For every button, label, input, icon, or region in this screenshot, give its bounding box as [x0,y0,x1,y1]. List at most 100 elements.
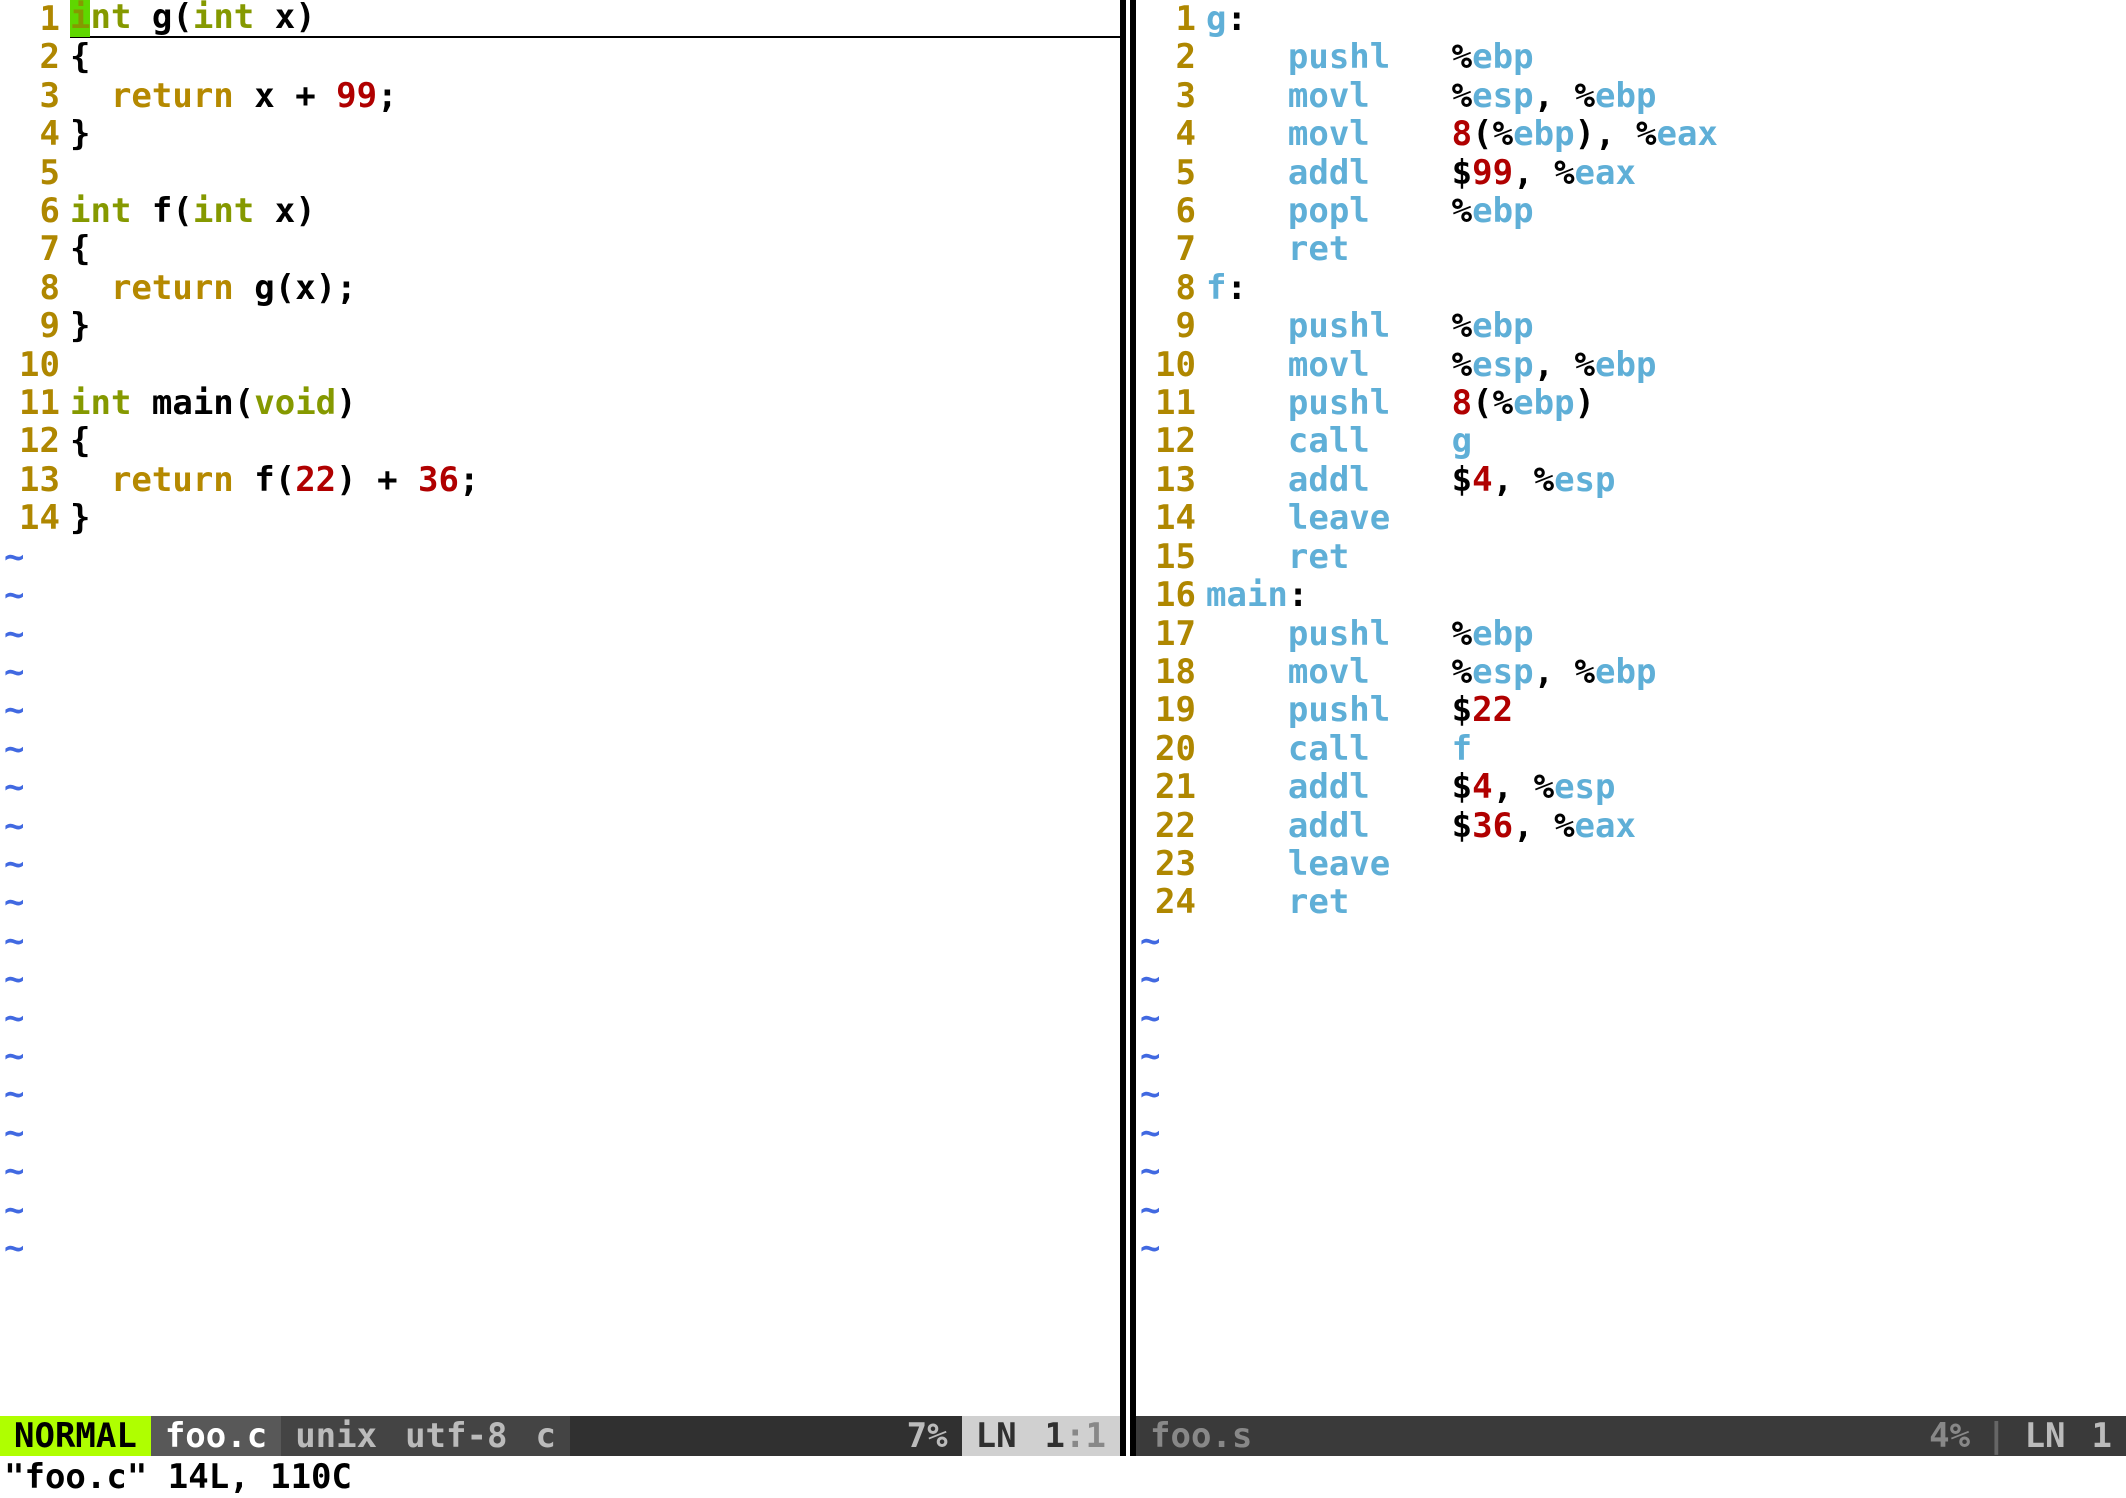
code-line[interactable]: 14} [0,499,1120,537]
right-code-area[interactable]: 1g:2 pushl %ebp3 movl %esp, %ebp4 movl 8… [1136,0,2126,1416]
tilde-icon: ~ [1136,1114,1160,1152]
line-text[interactable]: addl $36, %eax [1206,807,2126,845]
line-number: 5 [1136,154,1206,192]
code-line[interactable]: 10 [0,346,1120,384]
code-line[interactable]: 16main: [1136,576,2126,614]
line-text[interactable]: return g(x); [70,269,1120,307]
code-line[interactable]: 2{ [0,38,1120,76]
code-line[interactable]: 9 pushl %ebp [1136,307,2126,345]
code-line[interactable]: 2 pushl %ebp [1136,38,2126,76]
code-line[interactable]: 11int main(void) [0,384,1120,422]
right-pane[interactable]: 1g:2 pushl %ebp3 movl %esp, %ebp4 movl 8… [1136,0,2126,1416]
line-text[interactable]: g: [1206,0,2126,38]
code-line[interactable]: 4} [0,115,1120,153]
line-text[interactable]: int f(int x) [70,192,1120,230]
code-line[interactable]: 22 addl $36, %eax [1136,807,2126,845]
line-text[interactable]: ret [1206,230,2126,268]
code-line[interactable]: 6 popl %ebp [1136,192,2126,230]
line-text[interactable]: addl $4, %esp [1206,461,2126,499]
line-text[interactable]: { [70,38,1120,76]
code-line[interactable]: 4 movl 8(%ebp), %eax [1136,115,2126,153]
line-text[interactable]: ret [1206,883,2126,921]
line-text[interactable] [70,154,1120,192]
line-number: 24 [1136,883,1206,921]
empty-line: ~ [1136,1037,2126,1075]
line-text[interactable]: leave [1206,845,2126,883]
code-line[interactable]: 18 movl %esp, %ebp [1136,653,2126,691]
line-text[interactable]: return f(22) + 36; [70,461,1120,499]
code-line[interactable]: 11 pushl 8(%ebp) [1136,384,2126,422]
left-pane[interactable]: 1int g(int x)2{3 return x + 99;4}56int f… [0,0,1120,1416]
code-line[interactable]: 15 ret [1136,538,2126,576]
vertical-split-bar[interactable] [1120,0,1136,1416]
tilde-icon: ~ [1136,960,1160,998]
left-code-area[interactable]: 1int g(int x)2{3 return x + 99;4}56int f… [0,0,1120,1416]
tilde-icon: ~ [0,922,24,960]
empty-line: ~ [1136,1229,2126,1267]
line-text[interactable]: pushl %ebp [1206,38,2126,76]
code-line[interactable]: 8f: [1136,269,2126,307]
line-text[interactable]: } [70,307,1120,345]
code-line[interactable]: 20 call f [1136,730,2126,768]
line-text[interactable]: f: [1206,269,2126,307]
code-line[interactable]: 23 leave [1136,845,2126,883]
line-text[interactable]: popl %ebp [1206,192,2126,230]
line-text[interactable]: ret [1206,538,2126,576]
line-text[interactable]: main: [1206,576,2126,614]
line-text[interactable]: call f [1206,730,2126,768]
line-text[interactable]: movl %esp, %ebp [1206,653,2126,691]
line-text[interactable]: addl $99, %eax [1206,154,2126,192]
code-line[interactable]: 8 return g(x); [0,269,1120,307]
vertical-split-inner [1126,0,1130,1416]
line-text[interactable]: movl %esp, %ebp [1206,77,2126,115]
line-text[interactable]: pushl $22 [1206,691,2126,729]
code-line[interactable]: 24 ret [1136,883,2126,921]
command-line[interactable]: "foo.c" 14L, 110C [0,1456,2126,1498]
code-line[interactable]: 3 return x + 99; [0,77,1120,115]
line-number: 4 [0,115,70,153]
line-text[interactable]: movl 8(%ebp), %eax [1206,115,2126,153]
line-text[interactable]: { [70,230,1120,268]
code-line[interactable]: 5 [0,154,1120,192]
code-line[interactable]: 17 pushl %ebp [1136,615,2126,653]
code-line[interactable]: 1g: [1136,0,2126,38]
line-text[interactable]: addl $4, %esp [1206,768,2126,806]
code-line[interactable]: 9} [0,307,1120,345]
line-text[interactable]: pushl %ebp [1206,307,2126,345]
mode-indicator: NORMAL [0,1416,151,1456]
line-number: 8 [1136,269,1206,307]
code-line[interactable]: 13 addl $4, %esp [1136,461,2126,499]
code-line[interactable]: 21 addl $4, %esp [1136,768,2126,806]
line-number: 6 [1136,192,1206,230]
line-text[interactable]: } [70,115,1120,153]
status-percent-right: 4% [1919,1416,1980,1456]
status-sep-right: | [1980,1416,2012,1456]
code-line[interactable]: 19 pushl $22 [1136,691,2126,729]
line-text[interactable]: { [70,422,1120,460]
line-number: 17 [1136,615,1206,653]
line-number: 4 [1136,115,1206,153]
line-text[interactable]: call g [1206,422,2126,460]
line-text[interactable]: pushl %ebp [1206,615,2126,653]
code-line[interactable]: 6int f(int x) [0,192,1120,230]
line-text[interactable]: int main(void) [70,384,1120,422]
line-text[interactable] [70,346,1120,384]
code-line[interactable]: 7 ret [1136,230,2126,268]
code-line[interactable]: 12{ [0,422,1120,460]
line-text[interactable]: return x + 99; [70,77,1120,115]
code-line[interactable]: 5 addl $99, %eax [1136,154,2126,192]
line-number: 14 [1136,499,1206,537]
code-line[interactable]: 3 movl %esp, %ebp [1136,77,2126,115]
code-line[interactable]: 10 movl %esp, %ebp [1136,346,2126,384]
line-text[interactable]: movl %esp, %ebp [1206,346,2126,384]
line-number: 6 [0,192,70,230]
code-line[interactable]: 1int g(int x) [0,0,1120,38]
line-text[interactable]: int g(int x) [70,0,1120,38]
line-text[interactable]: leave [1206,499,2126,537]
code-line[interactable]: 13 return f(22) + 36; [0,461,1120,499]
line-text[interactable]: } [70,499,1120,537]
code-line[interactable]: 14 leave [1136,499,2126,537]
code-line[interactable]: 12 call g [1136,422,2126,460]
code-line[interactable]: 7{ [0,230,1120,268]
line-text[interactable]: pushl 8(%ebp) [1206,384,2126,422]
